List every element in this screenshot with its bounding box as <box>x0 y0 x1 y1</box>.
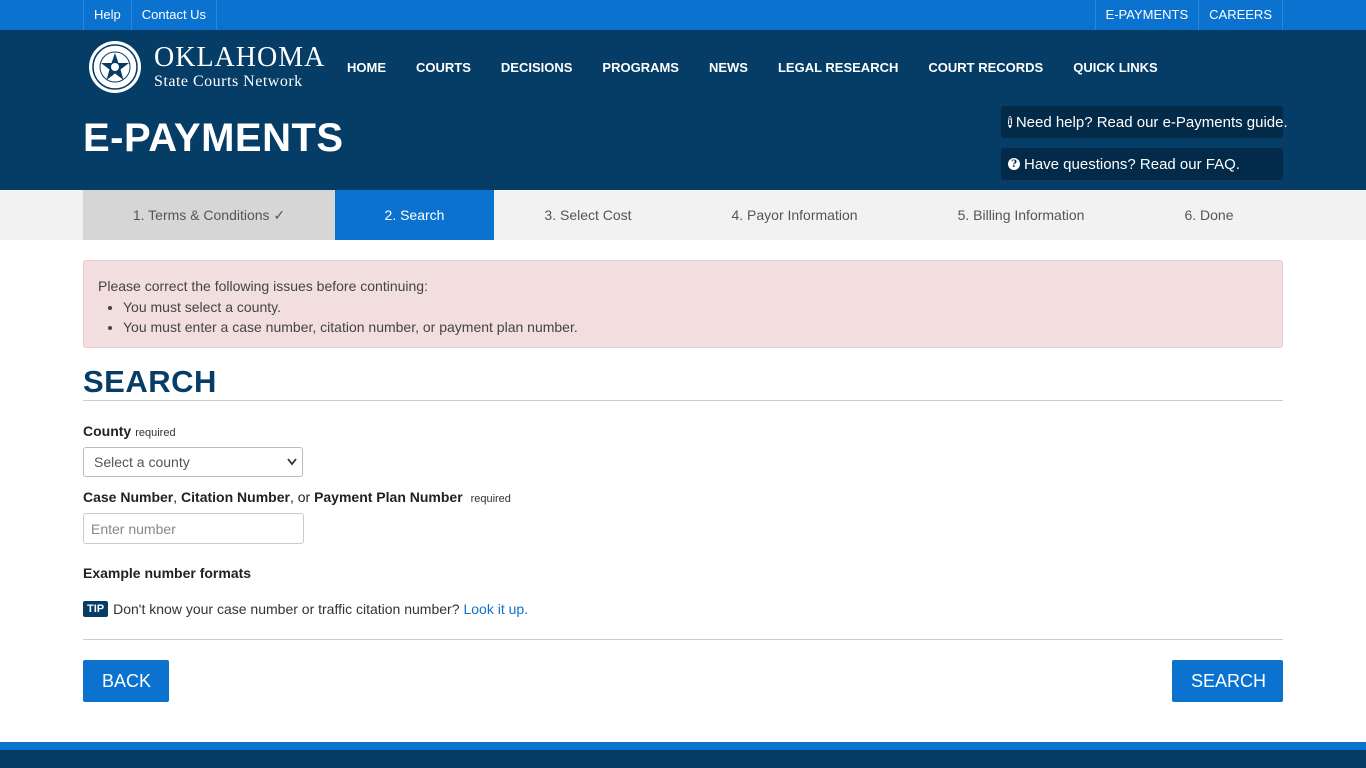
tip-badge: TIP <box>83 601 109 617</box>
tip-row: TIP Don't know your case number or traff… <box>83 601 528 617</box>
search-button[interactable]: SEARCH <box>1172 660 1283 702</box>
help-guide-link[interactable]: i Need help? Read our e-Payments guide. <box>1001 106 1288 138</box>
chevron-down-icon <box>287 448 297 487</box>
info-icon: i <box>1008 116 1012 128</box>
oklahoma-seal-icon <box>89 41 141 93</box>
required-indicator: required <box>135 427 176 439</box>
nav-news[interactable]: NEWS <box>694 60 763 75</box>
utility-left: Help Contact Us <box>83 0 218 30</box>
error-item: You must enter a case number, citation n… <box>123 317 1268 337</box>
alert-intro: Please correct the following issues befo… <box>98 278 428 294</box>
help-link[interactable]: Help <box>84 0 132 30</box>
look-it-up-link[interactable]: Look it up. <box>463 601 528 617</box>
step-done: 6. Done <box>1184 207 1234 223</box>
back-button[interactable]: BACK <box>83 660 169 702</box>
step-terms[interactable]: 1. Terms & Conditions ✓ <box>83 190 335 240</box>
page-title: E-PAYMENTS <box>83 116 344 160</box>
site-logo[interactable]: OKLAHOMA State Courts Network <box>88 40 325 94</box>
error-item: You must select a county. <box>123 297 1268 317</box>
footer-stripe <box>0 742 1366 750</box>
help-faq-link[interactable]: ? Have questions? Read our FAQ. <box>1001 148 1283 180</box>
progress-steps: 1. Terms & Conditions ✓ 2. Search 3. Sel… <box>0 190 1366 240</box>
county-label: County required <box>83 423 176 439</box>
question-icon: ? <box>1008 158 1020 170</box>
divider <box>83 400 1283 401</box>
site-footer <box>0 750 1366 768</box>
nav-programs[interactable]: PROGRAMS <box>587 60 694 75</box>
step-payor-information: 4. Payor Information <box>731 207 858 223</box>
step-search: 2. Search <box>335 190 494 240</box>
section-title: SEARCH <box>83 364 217 399</box>
utility-right: E-PAYMENTS CAREERS <box>1094 0 1283 30</box>
nav-legal-research[interactable]: LEGAL RESEARCH <box>763 60 913 75</box>
nav-quick-links[interactable]: QUICK LINKS <box>1058 60 1173 75</box>
logo-subtitle: State Courts Network <box>154 72 303 90</box>
county-select[interactable]: Select a county <box>83 447 303 477</box>
main-nav: HOME COURTS DECISIONS PROGRAMS NEWS LEGA… <box>332 30 1173 104</box>
careers-link[interactable]: CAREERS <box>1199 0 1283 30</box>
nav-court-records[interactable]: COURT RECORDS <box>913 60 1058 75</box>
step-select-cost: 3. Select Cost <box>544 207 632 223</box>
required-indicator: required <box>470 493 511 505</box>
error-list: You must select a county. You must enter… <box>123 297 1268 337</box>
nav-decisions[interactable]: DECISIONS <box>486 60 588 75</box>
nav-home[interactable]: HOME <box>332 60 401 75</box>
error-alert: Please correct the following issues befo… <box>83 260 1283 348</box>
e-payments-link[interactable]: E-PAYMENTS <box>1096 0 1200 30</box>
nav-courts[interactable]: COURTS <box>401 60 486 75</box>
case-number-label: Case Number, Citation Number, or Payment… <box>83 489 511 505</box>
site-header: OKLAHOMA State Courts Network HOME COURT… <box>0 30 1366 190</box>
step-billing-information: 5. Billing Information <box>957 207 1085 223</box>
tip-text: Don't know your case number or traffic c… <box>113 601 460 617</box>
example-formats-toggle[interactable]: Example number formats <box>83 565 251 581</box>
logo-title: OKLAHOMA <box>154 41 326 73</box>
case-number-input[interactable] <box>83 513 304 544</box>
divider <box>83 639 1283 640</box>
utility-bar: Help Contact Us E-PAYMENTS CAREERS <box>0 0 1366 30</box>
contact-us-link[interactable]: Contact Us <box>132 0 218 30</box>
